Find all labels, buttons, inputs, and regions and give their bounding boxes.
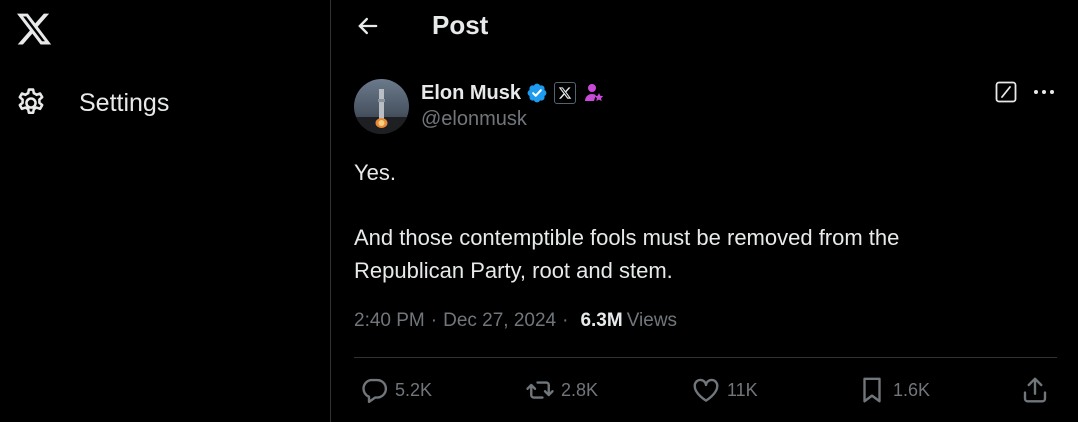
bookmark-button[interactable]: 1.6K [857,375,930,405]
more-options-button[interactable] [1032,82,1056,102]
bookmark-count: 1.6K [893,379,931,400]
sidebar-item-label: Settings [79,88,170,117]
repost-icon [526,381,554,399]
sidebar-item-settings[interactable]: Settings [14,84,169,122]
reply-button[interactable]: 5.2K [359,375,432,405]
author-name-row: Elon Musk [421,80,606,106]
post-text-line: Yes. [354,160,397,185]
bookmark-icon [863,377,881,403]
reply-count: 5.2K [395,379,433,400]
post-date[interactable]: Dec 27, 2024 [443,310,556,332]
share-button[interactable] [1020,375,1050,405]
post-text-line: And those contemptible fools must be rem… [354,225,900,250]
grok-button[interactable] [994,80,1018,104]
post-text: Yes. And those contemptible fools must b… [354,156,1034,287]
page-title: Post [432,10,489,40]
post-metadata: 2:40 PM · Dec 27, 2024 · 6.3M Views [354,310,677,332]
repost-button[interactable]: 2.8K [525,375,598,405]
back-button[interactable] [354,12,382,40]
arrow-left-icon [358,17,378,35]
grok-icon [995,81,1017,103]
views-label: Views [626,310,678,331]
author-handle[interactable]: @elonmusk [421,108,527,131]
gear-icon [14,86,48,120]
repost-count: 2.8K [561,379,599,400]
post-detail: Post Elon Musk @elonmusk Yes. And those … [332,0,1078,422]
views-count: 6.3M [580,310,623,331]
author-display-name[interactable]: Elon Musk [421,82,521,105]
avatar[interactable] [354,79,409,134]
x-affiliate-badge-icon[interactable] [554,82,577,104]
divider [354,357,1057,358]
sidebar: Settings [0,0,331,422]
government-badge-icon[interactable] [582,81,606,105]
share-icon [1023,377,1047,403]
like-button[interactable]: 11K [691,375,758,405]
more-horizontal-icon [1034,90,1054,94]
verified-badge-icon[interactable] [526,82,548,104]
post-time[interactable]: 2:40 PM [354,310,425,332]
x-logo-icon[interactable] [14,10,54,48]
post-text-line: Republican Party, root and stem. [354,258,673,283]
separator: · [562,310,569,331]
separator: · [430,310,438,331]
page-header: Post [332,0,1078,52]
like-count: 11K [727,379,758,400]
heart-icon [693,378,719,402]
reply-icon [362,378,388,404]
post-actions: 5.2K 2.8K 11K 1.6K [332,370,1078,412]
